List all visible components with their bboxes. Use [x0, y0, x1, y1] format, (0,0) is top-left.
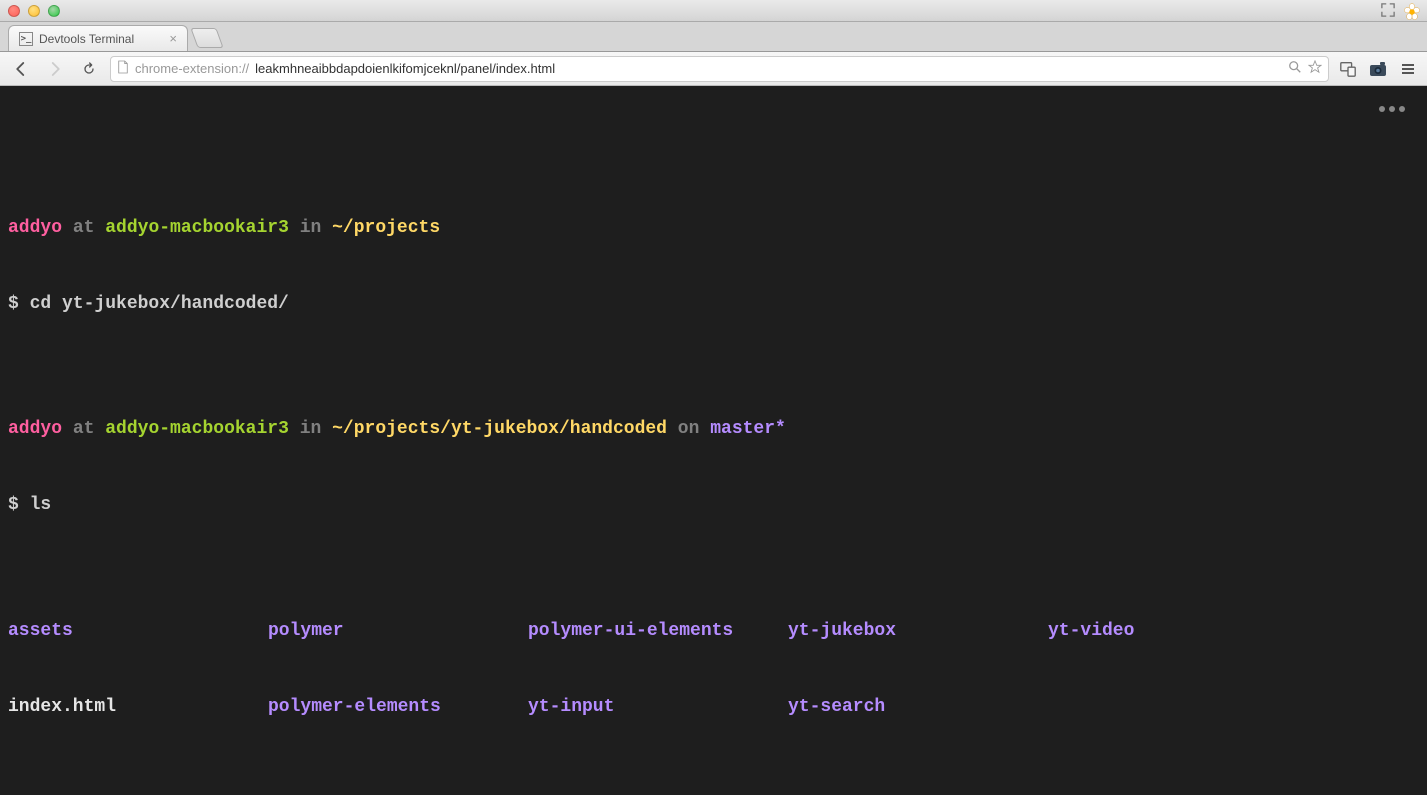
- window-titlebar: [0, 0, 1427, 22]
- close-window-button[interactable]: [8, 5, 20, 17]
- command-line: $ ls: [8, 493, 1419, 518]
- ls-output-row: index.htmlpolymer-elementsyt-inputyt-sea…: [8, 695, 1419, 720]
- zoom-window-button[interactable]: [48, 5, 60, 17]
- address-bar[interactable]: chrome-extension:// leakmhneaibbdapdoienl…: [110, 56, 1329, 82]
- url-path: leakmhneaibbdapdoienlkifomjceknl/panel/i…: [255, 61, 555, 76]
- browser-tab[interactable]: >_ Devtools Terminal ×: [8, 25, 188, 51]
- traffic-lights: [8, 5, 60, 17]
- fullscreen-icon[interactable]: [1381, 3, 1397, 19]
- back-button[interactable]: [8, 56, 34, 82]
- overflow-menu-icon[interactable]: [1375, 100, 1405, 120]
- menu-icon[interactable]: [1397, 58, 1419, 80]
- close-tab-icon[interactable]: ×: [169, 31, 177, 46]
- page-icon: [117, 60, 129, 77]
- forward-button[interactable]: [42, 56, 68, 82]
- prompt-line: addyo at addyo-macbookair3 in ~/projects…: [8, 417, 1419, 442]
- prompt-line: addyo at addyo-macbookair3 in ~/projects: [8, 216, 1419, 241]
- devices-icon[interactable]: [1337, 58, 1359, 80]
- tab-title: Devtools Terminal: [39, 32, 134, 46]
- flower-icon: [1403, 3, 1419, 19]
- terminal-favicon-icon: >_: [19, 32, 33, 46]
- minimize-window-button[interactable]: [28, 5, 40, 17]
- terminal-panel[interactable]: addyo at addyo-macbookair3 in ~/projects…: [0, 86, 1427, 795]
- bookmark-star-icon[interactable]: [1308, 60, 1322, 77]
- url-scheme: chrome-extension://: [135, 61, 249, 76]
- search-icon[interactable]: [1288, 60, 1302, 77]
- camera-extension-icon[interactable]: [1367, 58, 1389, 80]
- reload-button[interactable]: [76, 56, 102, 82]
- command-line: $ cd yt-jukebox/handcoded/: [8, 292, 1419, 317]
- tab-strip: >_ Devtools Terminal ×: [0, 22, 1427, 52]
- browser-toolbar: chrome-extension:// leakmhneaibbdapdoienl…: [0, 52, 1427, 86]
- new-tab-button[interactable]: [190, 28, 223, 48]
- ls-output-row: assetspolymerpolymer-ui-elementsyt-jukeb…: [8, 619, 1419, 644]
